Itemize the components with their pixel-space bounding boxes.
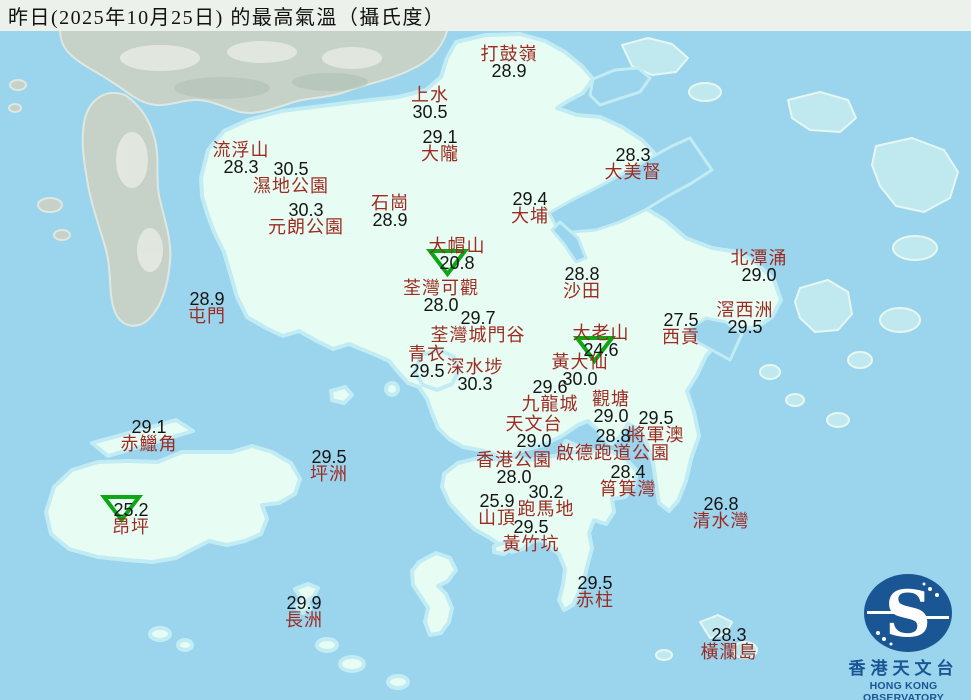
peng-chau-island xyxy=(329,385,354,405)
tsing-yi-island xyxy=(413,348,461,392)
weather-map-page: S 昨日(2025年10月25日) 的最高氣溫（攝氏度） 打鼓嶺 28.9 上水 30… xyxy=(0,0,971,700)
small-island xyxy=(176,638,194,652)
hong-kong-map: S xyxy=(0,0,971,700)
small-island xyxy=(338,655,366,673)
logo-chinese-text: 香港天文台 xyxy=(848,659,959,678)
ap-lei-chau xyxy=(492,540,514,556)
small-island xyxy=(315,637,339,653)
title-strip: 昨日(2025年10月25日) 的最高氣溫（攝氏度） xyxy=(0,0,971,31)
small-island xyxy=(386,674,410,690)
ma-wan-island xyxy=(384,381,400,397)
hko-logo-block: 香港天文台 HONG KONG OBSERVATORY xyxy=(836,572,971,700)
small-island xyxy=(148,626,172,642)
logo-english-text: HONG KONG OBSERVATORY xyxy=(863,680,944,700)
page-title: 昨日(2025年10月25日) 的最高氣溫（攝氏度） xyxy=(8,7,446,29)
